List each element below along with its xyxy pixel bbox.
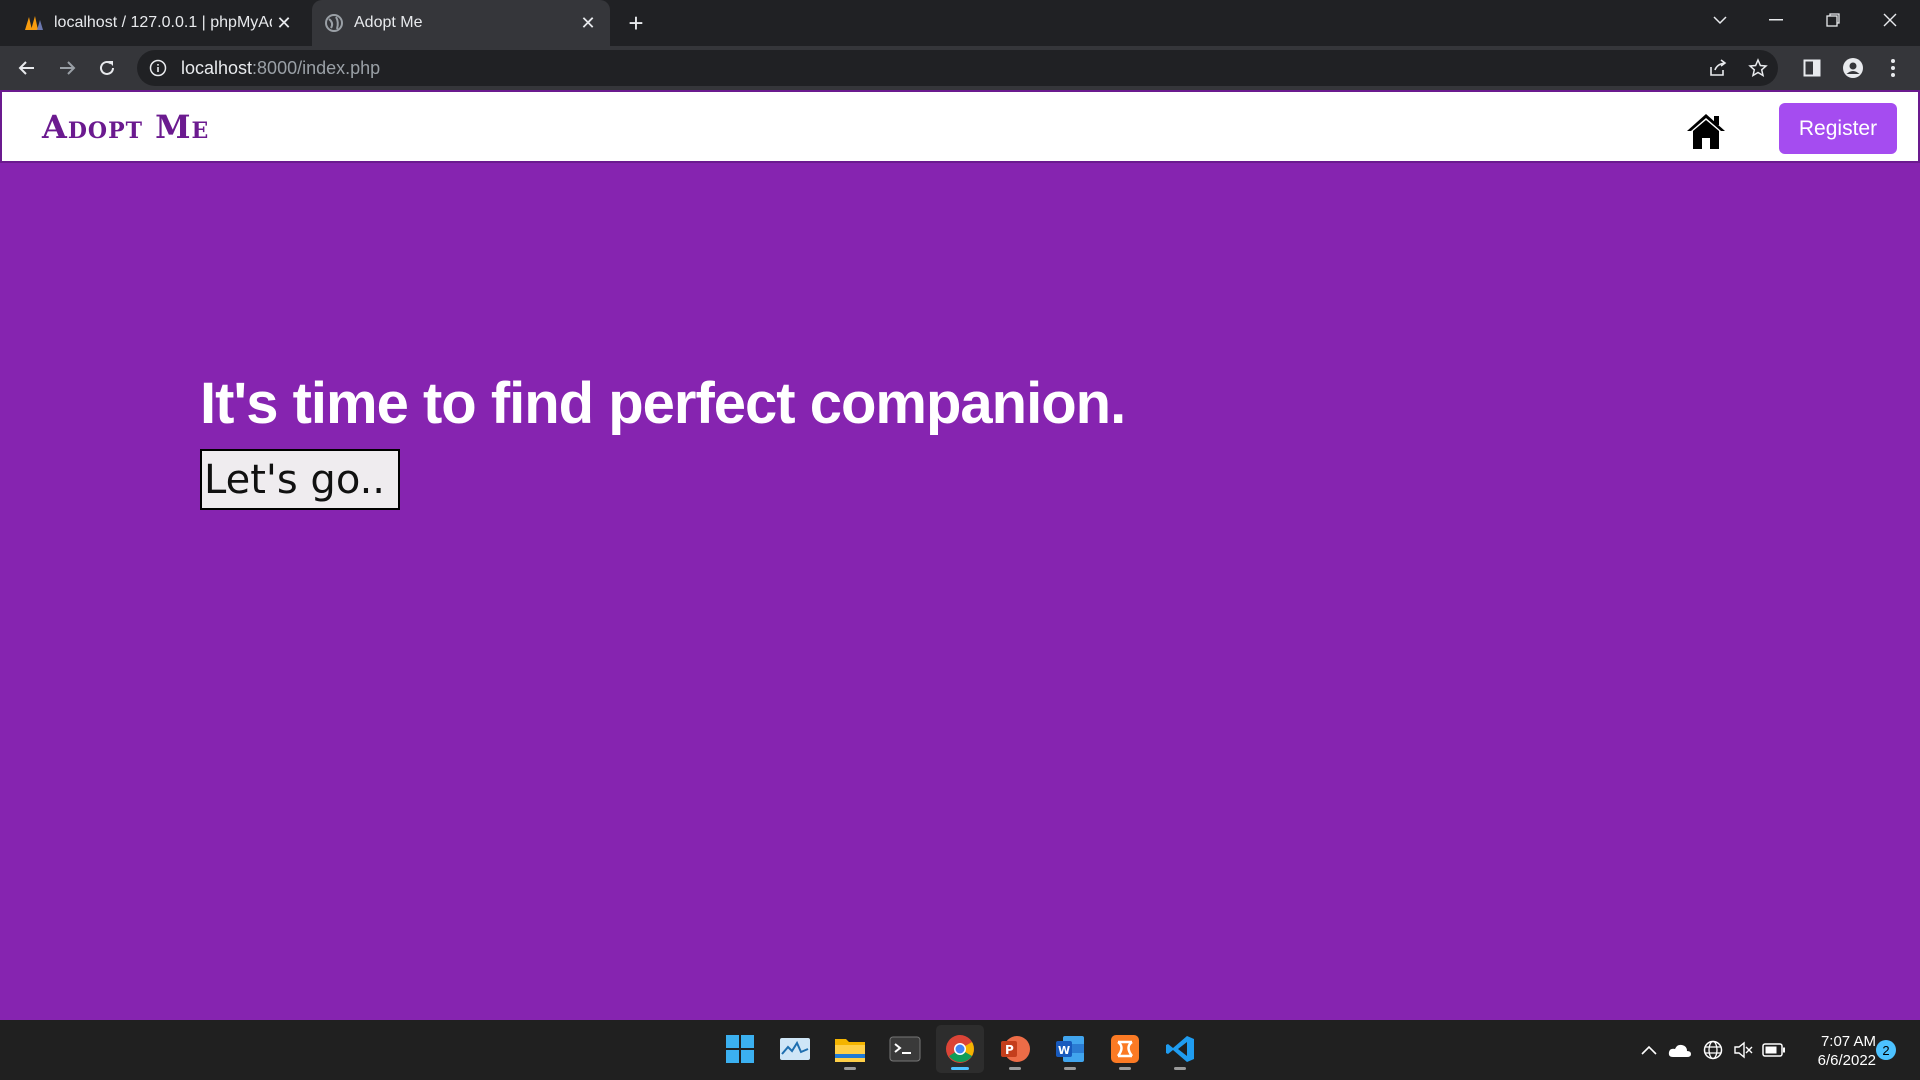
clock-date: 6/6/2022 — [1817, 1052, 1876, 1069]
site-navbar: Adopt Me Register — [0, 90, 1920, 163]
lets-go-button[interactable]: Let's go.. — [200, 449, 400, 510]
volume-muted-icon[interactable] — [1730, 1020, 1756, 1080]
restore-button[interactable] — [1805, 0, 1861, 40]
close-icon[interactable]: ✕ — [272, 11, 296, 35]
file-explorer-icon[interactable] — [826, 1025, 874, 1073]
notification-badge[interactable]: 2 — [1876, 1040, 1896, 1060]
globe-icon — [324, 13, 344, 33]
new-tab-button[interactable]: + — [622, 8, 650, 38]
windows-start-icon[interactable] — [716, 1025, 764, 1073]
more-menu-icon[interactable] — [1878, 53, 1908, 83]
svg-text:P: P — [1005, 1043, 1014, 1057]
vscode-icon[interactable] — [1156, 1025, 1204, 1073]
tab-title: Adopt Me — [354, 14, 423, 31]
word-icon[interactable]: W — [1046, 1025, 1094, 1073]
tab-title: localhost / 127.0.0.1 | phpMyAdmin — [54, 14, 272, 31]
clock-time: 7:07 AM — [1820, 1033, 1876, 1050]
phpmyadmin-icon — [24, 13, 44, 33]
terminal-icon[interactable] — [881, 1025, 929, 1073]
share-icon[interactable] — [1698, 50, 1738, 86]
browser-tab-strip: localhost / 127.0.0.1 | phpMyAdmin ✕ Ado… — [0, 0, 1920, 46]
powerpoint-icon[interactable]: P — [991, 1025, 1039, 1073]
url-text: localhost:8000/index.php — [181, 57, 381, 78]
browser-toolbar: localhost:8000/index.php — [0, 46, 1920, 90]
svg-text:W: W — [1058, 1044, 1070, 1057]
back-arrow-icon[interactable] — [12, 53, 42, 83]
forward-arrow-icon[interactable] — [52, 53, 82, 83]
battery-icon[interactable] — [1760, 1020, 1788, 1080]
hero-title: It's time to find perfect companion. — [200, 371, 1126, 436]
onedrive-icon[interactable] — [1666, 1020, 1694, 1080]
windows-taskbar: P W 7:07 AM 6/6/2022 2 — [0, 1020, 1920, 1080]
tab-search-icon[interactable] — [1692, 0, 1748, 40]
side-panel-icon[interactable] — [1797, 53, 1827, 83]
home-icon[interactable] — [1686, 112, 1726, 150]
address-bar[interactable]: localhost:8000/index.php — [137, 50, 1778, 86]
register-button[interactable]: Register — [1779, 103, 1897, 154]
bookmark-star-icon[interactable] — [1738, 50, 1778, 86]
show-hidden-icons-icon[interactable] — [1638, 1020, 1660, 1080]
task-manager-icon[interactable] — [771, 1025, 819, 1073]
page-content: Adopt Me Register It's time to find perf… — [0, 90, 1920, 1020]
info-icon[interactable] — [149, 59, 167, 77]
profile-avatar-icon[interactable] — [1838, 53, 1868, 83]
tab-adopt-me[interactable]: Adopt Me ✕ — [312, 0, 610, 46]
system-clock[interactable]: 7:07 AM 6/6/2022 — [1796, 1032, 1876, 1070]
close-icon[interactable]: ✕ — [576, 11, 600, 35]
xampp-icon[interactable] — [1101, 1025, 1149, 1073]
chrome-icon[interactable] — [936, 1025, 984, 1073]
reload-icon[interactable] — [92, 53, 122, 83]
network-globe-icon[interactable] — [1700, 1020, 1726, 1080]
minimize-button[interactable] — [1748, 0, 1804, 40]
tab-phpmyadmin[interactable]: localhost / 127.0.0.1 | phpMyAdmin ✕ — [12, 0, 306, 46]
site-brand[interactable]: Adopt Me — [42, 108, 209, 146]
close-window-button[interactable] — [1862, 0, 1918, 40]
